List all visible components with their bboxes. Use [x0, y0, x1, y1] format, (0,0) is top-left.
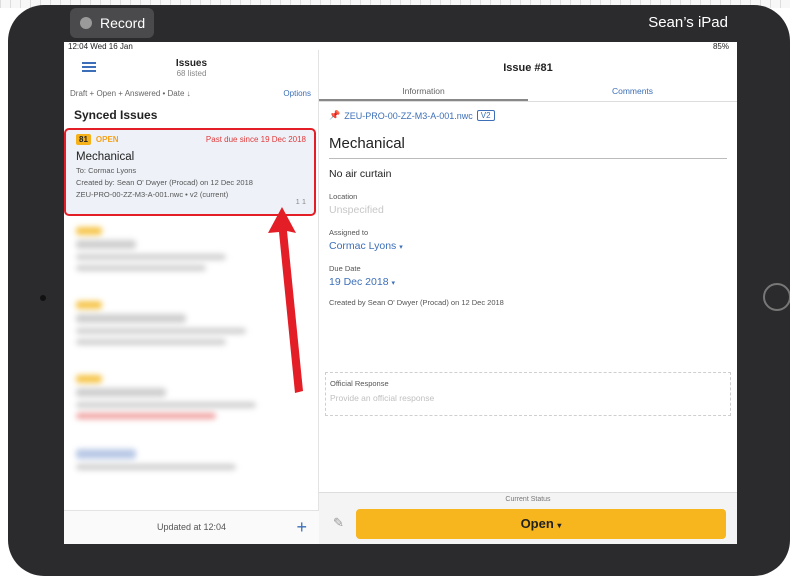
- home-button[interactable]: [763, 283, 790, 311]
- ipad-screen: 12:04 Wed 16 Jan 85% Issues 68 listed Dr…: [64, 42, 737, 544]
- list-header: Issues 68 listed: [64, 50, 319, 82]
- issue-card-creator: Created by: Sean O' Dwyer (Procad) on 12…: [76, 178, 253, 187]
- attachment-icon[interactable]: ✎: [333, 515, 344, 531]
- location-field[interactable]: Unspecified: [329, 204, 729, 216]
- list-footer: Updated at 12:04 +: [64, 510, 319, 544]
- issue-title-field[interactable]: Mechanical: [329, 135, 727, 159]
- status-open-button[interactable]: Open ▾: [356, 509, 726, 539]
- file-link[interactable]: 📌 ZEU-PRO-00-ZZ-M3-A-001.nwc V2: [329, 110, 729, 121]
- blurred-line: [76, 254, 226, 260]
- due-date-dropdown[interactable]: 19 Dec 2018 ▾: [329, 276, 729, 288]
- chevron-down-icon: ▾: [399, 244, 403, 251]
- screenshot: Record Sean’s iPad 12:04 Wed 16 Jan 85% …: [0, 0, 790, 576]
- blurred-badge: [76, 375, 102, 383]
- record-label: Record: [100, 15, 146, 31]
- due-date-value: 19 Dec 2018: [329, 276, 389, 288]
- assigned-label: Assigned to: [329, 228, 369, 237]
- selected-issue-card[interactable]: 81 OPEN Past due since 19 Dec 2018 Mecha…: [64, 128, 316, 216]
- issue-status-label: OPEN: [95, 135, 119, 144]
- assigned-value: Cormac Lyons: [329, 240, 397, 252]
- blurred-line: [76, 402, 256, 408]
- blurred-line: [76, 265, 206, 271]
- location-label: Location: [329, 192, 358, 201]
- issue-card-assignee: To: Cormac Lyons: [76, 166, 137, 175]
- official-response-input[interactable]: Provide an official response: [330, 393, 726, 403]
- device-name: Sean’s iPad: [648, 14, 728, 31]
- blurred-line: [76, 464, 236, 470]
- detail-title: Issue #81: [503, 62, 553, 74]
- status-footer: Current Status ✎ Open ▾: [319, 492, 737, 544]
- chevron-down-icon: ▾: [557, 521, 562, 530]
- blurred-line: [76, 388, 166, 397]
- red-arrow-annotation: [268, 207, 303, 393]
- record-dot-icon: [80, 17, 92, 29]
- section-heading: Synced Issues: [74, 108, 158, 122]
- created-info: Created by Sean O' Dwyer (Procad) on 12 …: [329, 298, 504, 307]
- pin-icon: 📌: [329, 110, 341, 120]
- past-due-label: Past due since 19 Dec 2018: [205, 135, 306, 144]
- blurred-line: [76, 328, 246, 334]
- issue-card-file: ZEU-PRO-00-ZZ-M3-A-001.nwc • v2 (current…: [76, 190, 229, 199]
- due-label: Due Date: [329, 264, 361, 273]
- blurred-line: [76, 314, 186, 323]
- issue-description[interactable]: No air curtain: [329, 168, 729, 180]
- filter-bar[interactable]: Draft + Open + Answered • Date ↓ Options: [64, 86, 319, 102]
- current-status-label: Current Status: [505, 496, 551, 503]
- assigned-dropdown[interactable]: Cormac Lyons ▾: [329, 240, 729, 252]
- blurred-line: [76, 413, 216, 419]
- file-name[interactable]: ZEU-PRO-00-ZZ-M3-A-001.nwc: [344, 111, 473, 121]
- blurred-line: [76, 339, 226, 345]
- list-title: Issues: [175, 58, 208, 69]
- tab-information[interactable]: Information: [319, 86, 528, 101]
- official-response-box[interactable]: Official Response Provide an official re…: [325, 372, 731, 416]
- list-count: 68 listed: [176, 69, 207, 78]
- detail-body: 📌 ZEU-PRO-00-ZZ-M3-A-001.nwc V2 Mechanic…: [325, 110, 731, 416]
- tab-comments[interactable]: Comments: [528, 86, 737, 96]
- updated-label: Updated at 12:04: [156, 522, 227, 532]
- status-button-label: Open: [520, 516, 554, 531]
- front-camera: [40, 295, 46, 301]
- add-issue-button[interactable]: +: [296, 517, 307, 538]
- version-badge: V2: [476, 110, 495, 121]
- issue-card-title: Mechanical: [76, 151, 135, 163]
- official-response-label: Official Response: [330, 379, 389, 388]
- detail-tabs: Information Comments: [319, 82, 737, 102]
- filter-summary[interactable]: Draft + Open + Answered • Date ↓: [70, 89, 191, 98]
- blurred-line: [76, 240, 136, 249]
- options-button[interactable]: Options: [283, 86, 311, 102]
- blurred-badge: [76, 227, 102, 235]
- blurred-badge: [76, 301, 102, 309]
- blurred-badge: [76, 449, 136, 459]
- issue-detail-pane: Issue #81 Information Comments 📌 ZEU-PRO…: [319, 50, 737, 544]
- menu-icon[interactable]: [82, 62, 96, 72]
- record-button[interactable]: Record: [70, 8, 154, 38]
- issue-number-badge: 81: [76, 134, 91, 145]
- chevron-down-icon: ▾: [391, 280, 395, 287]
